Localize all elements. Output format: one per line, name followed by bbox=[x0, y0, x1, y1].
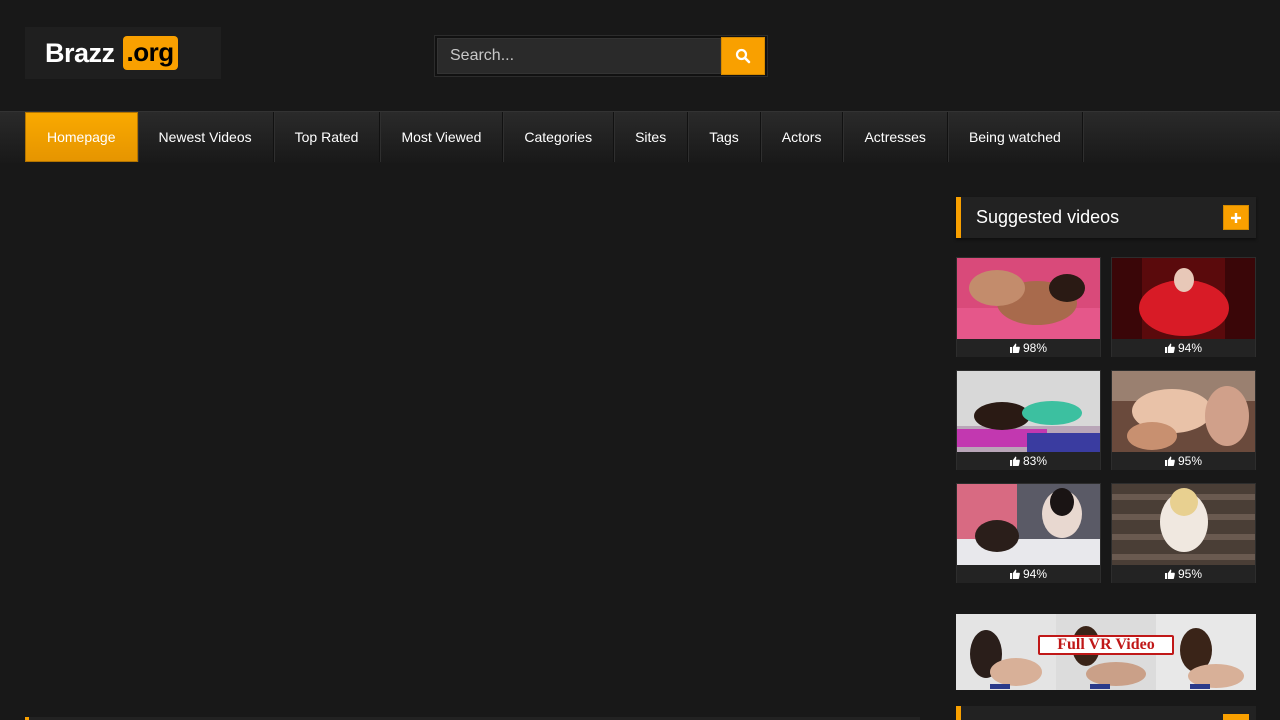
rating-value: 83% bbox=[1022, 454, 1048, 468]
suggested-videos-title: Suggested videos bbox=[976, 207, 1120, 227]
vr-video-banner[interactable]: Full VR Video bbox=[956, 614, 1256, 690]
rating: 94% bbox=[1112, 339, 1255, 357]
nav-item-most-viewed[interactable]: Most Viewed bbox=[380, 112, 504, 162]
more-button[interactable] bbox=[1223, 714, 1249, 720]
nav-item-tags[interactable]: Tags bbox=[688, 112, 761, 162]
page: Brazz .org Homepage Newest Videos Top Ra… bbox=[0, 0, 1280, 720]
thumbs-up-icon bbox=[1164, 569, 1175, 579]
search-button[interactable] bbox=[721, 37, 765, 75]
more-suggested-button[interactable] bbox=[1223, 205, 1249, 230]
site-logo[interactable]: Brazz .org bbox=[25, 27, 221, 79]
thumbs-up-icon bbox=[1164, 343, 1175, 353]
rating-value: 95% bbox=[1177, 567, 1203, 581]
video-thumbnail[interactable]: 83% bbox=[956, 370, 1101, 470]
rating-value: 98% bbox=[1022, 341, 1048, 355]
logo-text: Brazz bbox=[45, 37, 115, 68]
search-input[interactable] bbox=[437, 38, 721, 74]
thumbs-up-icon bbox=[1009, 343, 1020, 353]
plus-icon bbox=[1231, 212, 1241, 223]
video-thumbnail[interactable]: 95% bbox=[1111, 370, 1256, 470]
rating: 95% bbox=[1112, 452, 1255, 470]
rating: 95% bbox=[1112, 565, 1255, 583]
search-icon bbox=[735, 48, 751, 64]
video-thumbnail[interactable]: 98% bbox=[956, 257, 1101, 357]
logo-badge: .org bbox=[122, 36, 178, 70]
thumbs-up-icon bbox=[1164, 456, 1175, 466]
thumbnail-image bbox=[1112, 371, 1255, 452]
nav-item-being-watched[interactable]: Being watched bbox=[948, 112, 1083, 162]
video-player-area[interactable] bbox=[25, 196, 920, 686]
nav-items: Homepage Newest Videos Top Rated Most Vi… bbox=[25, 112, 1083, 164]
search-form bbox=[434, 35, 768, 77]
thumbnail-image bbox=[1112, 484, 1255, 565]
thumbnail-image bbox=[1112, 258, 1255, 339]
thumbs-up-icon bbox=[1009, 569, 1020, 579]
nav-item-homepage[interactable]: Homepage bbox=[25, 112, 138, 162]
rating-value: 95% bbox=[1177, 454, 1203, 468]
nav-item-top-rated[interactable]: Top Rated bbox=[274, 112, 381, 162]
thumbnail-image bbox=[957, 484, 1100, 565]
nav-item-actors[interactable]: Actors bbox=[761, 112, 844, 162]
rating: 98% bbox=[957, 339, 1100, 357]
rating-value: 94% bbox=[1022, 567, 1048, 581]
thumbnail-image bbox=[957, 371, 1100, 452]
nav-item-actresses[interactable]: Actresses bbox=[843, 112, 948, 162]
banner-label: Full VR Video bbox=[1038, 635, 1174, 655]
video-thumbnail[interactable]: 94% bbox=[956, 483, 1101, 583]
nav-item-sites[interactable]: Sites bbox=[614, 112, 689, 162]
main-nav: Homepage Newest Videos Top Rated Most Vi… bbox=[0, 111, 1280, 163]
sidebar-section-header bbox=[956, 706, 1256, 720]
rating: 83% bbox=[957, 452, 1100, 470]
rating-value: 94% bbox=[1177, 341, 1203, 355]
thumbs-up-icon bbox=[1009, 456, 1020, 466]
nav-item-newest-videos[interactable]: Newest Videos bbox=[138, 112, 274, 162]
nav-item-categories[interactable]: Categories bbox=[503, 112, 615, 162]
video-thumbnail[interactable]: 94% bbox=[1111, 257, 1256, 357]
suggested-videos-header: Suggested videos bbox=[956, 197, 1256, 238]
video-thumbnail[interactable]: 95% bbox=[1111, 483, 1256, 583]
rating: 94% bbox=[957, 565, 1100, 583]
thumbnail-image bbox=[957, 258, 1100, 339]
